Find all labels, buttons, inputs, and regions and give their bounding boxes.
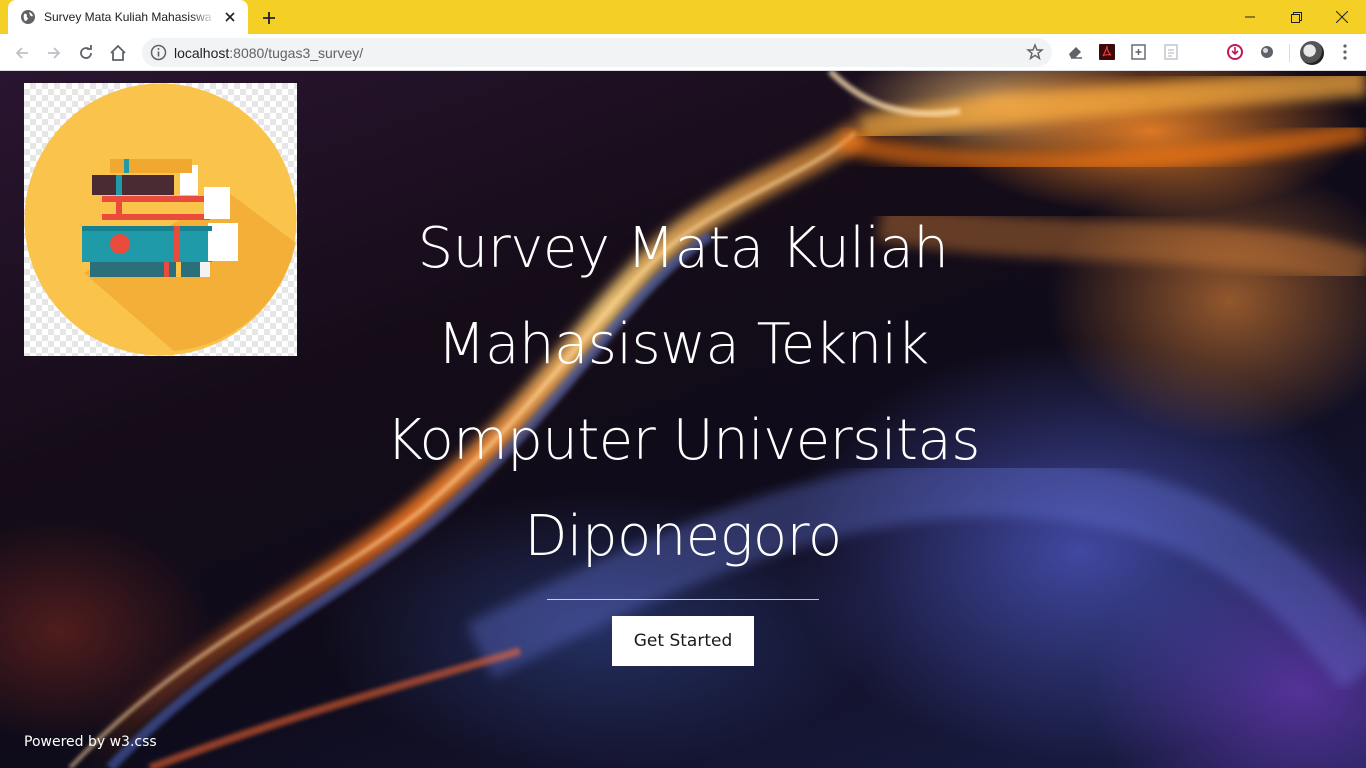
back-button[interactable]: [9, 40, 35, 66]
circle-extension-icon[interactable]: [1258, 43, 1276, 61]
add-page-extension-icon[interactable]: [1130, 43, 1148, 61]
info-icon[interactable]: [150, 44, 167, 61]
page-title: Survey Mata Kuliah Mahasiswa Teknik Komp…: [333, 201, 1033, 585]
forward-button[interactable]: [41, 40, 67, 66]
title-line: Survey Mata Kuliah: [417, 216, 949, 281]
address-bar[interactable]: localhost:8080/tugas3_survey/: [142, 38, 1052, 67]
restore-button[interactable]: [1273, 0, 1319, 34]
menu-kebab-icon[interactable]: [1336, 43, 1354, 61]
url-path: :8080/tugas3_survey/: [229, 45, 364, 61]
profile-avatar[interactable]: [1300, 41, 1324, 65]
hero-section: Survey Mata Kuliah Mahasiswa Teknik Komp…: [333, 201, 1033, 666]
page-content: Survey Mata Kuliah Mahasiswa Teknik Komp…: [0, 71, 1366, 768]
reload-button[interactable]: [73, 40, 99, 66]
new-tab-button[interactable]: [258, 7, 280, 29]
eraser-extension-icon[interactable]: [1066, 43, 1084, 61]
tab-strip: Survey Mata Kuliah Mahasiswa Teknik Komp…: [0, 0, 1366, 34]
title-line: Mahasiswa Teknik: [437, 312, 929, 377]
bookmark-star-icon[interactable]: [1026, 43, 1044, 61]
hero-divider: [547, 599, 819, 600]
url-text: localhost:8080/tugas3_survey/: [174, 45, 363, 61]
minimize-button[interactable]: [1227, 0, 1273, 34]
get-started-button[interactable]: Get Started: [612, 616, 754, 666]
close-tab-icon[interactable]: [222, 9, 238, 25]
download-extension-icon[interactable]: [1226, 43, 1244, 61]
books-logo: [24, 83, 297, 356]
document-extension-icon[interactable]: [1162, 43, 1180, 61]
pdf-extension-icon[interactable]: [1098, 43, 1116, 61]
title-line: Komputer Universitas: [386, 408, 980, 473]
title-line: Diponegoro: [524, 504, 842, 569]
toolbar-divider: [1289, 44, 1290, 62]
browser-toolbar: localhost:8080/tugas3_survey/: [0, 34, 1366, 71]
close-window-button[interactable]: [1319, 0, 1365, 34]
globe-icon: [20, 9, 36, 25]
footer-credit: Powered by w3.css: [24, 734, 157, 750]
url-host: localhost: [174, 45, 230, 61]
browser-tab[interactable]: Survey Mata Kuliah Mahasiswa Teknik Komp…: [8, 0, 248, 34]
tab-title: Survey Mata Kuliah Mahasiswa Teknik Komp…: [44, 10, 216, 24]
home-button[interactable]: [105, 40, 131, 66]
